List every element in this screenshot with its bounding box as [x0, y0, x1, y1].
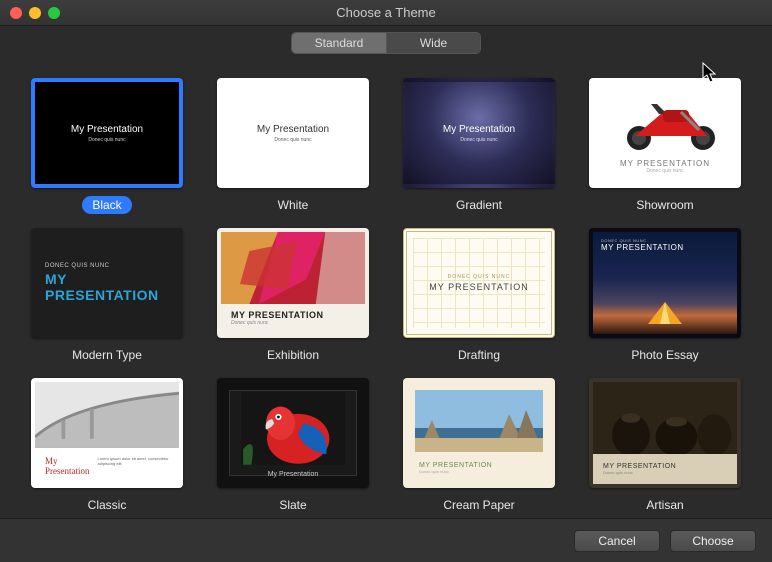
- theme-item-black[interactable]: My Presentation Donec quis nunc Black: [28, 78, 186, 214]
- aspect-toolbar: Standard Wide: [0, 26, 772, 60]
- theme-label: White: [268, 196, 319, 214]
- cancel-button[interactable]: Cancel: [574, 530, 660, 552]
- thumb-title: MY PRESENTATION: [419, 462, 492, 469]
- thumb-subtitle: Donec quis nunc: [419, 469, 492, 474]
- theme-label: Black: [82, 196, 131, 214]
- theme-label: Classic: [78, 496, 137, 514]
- thumb-title: My Presentation: [257, 124, 329, 135]
- thumb-title: My Presentation: [45, 456, 89, 476]
- segment-standard[interactable]: Standard: [292, 33, 386, 53]
- theme-item-photo-essay[interactable]: DONEC QUIS NUNC MY PRESENTATION Photo Es…: [586, 228, 744, 364]
- thumb-title: My Presentation: [443, 124, 515, 135]
- motorcycle-icon: [611, 96, 731, 152]
- coast-icon: [415, 390, 543, 452]
- tent-icon: [648, 302, 682, 324]
- zoom-icon[interactable]: [48, 7, 60, 19]
- theme-label: Drafting: [448, 346, 510, 364]
- theme-thumbnail: My Presentation Donec quis nunc: [217, 78, 369, 188]
- theme-grid-scroll[interactable]: My Presentation Donec quis nunc Black My…: [0, 60, 772, 518]
- theme-thumbnail: MY PRESENTATION Donec quis nunc: [589, 78, 741, 188]
- theme-thumbnail: DONEC QUIS NUNC MY PRESENTATION: [403, 228, 555, 338]
- theme-label: Exhibition: [257, 346, 329, 364]
- theme-label: Slate: [269, 496, 316, 514]
- choose-button[interactable]: Choose: [670, 530, 756, 552]
- theme-item-exhibition[interactable]: MY PRESENTATION Donec quis nunc Exhibiti…: [214, 228, 372, 364]
- theme-label: Showroom: [626, 196, 703, 214]
- theme-thumbnail: My Presentation Lorem ipsum dolor sit am…: [31, 378, 183, 488]
- aspect-segmented: Standard Wide: [291, 32, 481, 54]
- thumb-kicker: DONEC QUIS NUNC: [45, 263, 169, 269]
- thumb-title: MY PRESENTATION: [231, 310, 324, 320]
- theme-thumbnail: My Presentation: [217, 378, 369, 488]
- thumb-title: MY PRESENTATION: [429, 282, 529, 292]
- thumb-subtitle: Donec quis nunc: [231, 320, 324, 326]
- thumb-title: My Presentation: [221, 471, 365, 478]
- theme-thumbnail: DONEC QUIS NUNC MY PRESENTATION: [31, 228, 183, 338]
- thumb-subtitle: Donec quis nunc: [460, 137, 497, 143]
- minimize-icon[interactable]: [29, 7, 41, 19]
- thumb-body: Lorem ipsum dolor sit amet, consectetur …: [97, 456, 169, 476]
- thumb-subtitle: Donec quis nunc: [603, 470, 737, 475]
- thumb-title: MY PRESENTATION: [45, 271, 169, 303]
- theme-thumbnail: MY PRESENTATION Donec quis nunc: [589, 378, 741, 488]
- pottery-icon: [593, 382, 737, 458]
- theme-label: Modern Type: [62, 346, 152, 364]
- theme-thumbnail: My Presentation Donec quis nunc: [31, 78, 183, 188]
- theme-grid: My Presentation Donec quis nunc Black My…: [28, 78, 744, 514]
- theme-item-white[interactable]: My Presentation Donec quis nunc White: [214, 78, 372, 214]
- thumb-title: My Presentation: [71, 124, 143, 135]
- footer: Cancel Choose: [0, 518, 772, 562]
- segment-wide[interactable]: Wide: [386, 33, 480, 53]
- theme-item-cream-paper[interactable]: MY PRESENTATION Donec quis nunc Cream Pa…: [400, 378, 558, 514]
- theme-thumbnail: DONEC QUIS NUNC MY PRESENTATION: [589, 228, 741, 338]
- window-title: Choose a Theme: [0, 5, 772, 20]
- thumb-subtitle: Donec quis nunc: [274, 137, 311, 143]
- theme-label: Gradient: [446, 196, 512, 214]
- theme-label: Cream Paper: [433, 496, 524, 514]
- window-controls: [10, 7, 60, 19]
- parrot-icon: [241, 392, 345, 465]
- theme-label: Photo Essay: [621, 346, 708, 364]
- thumb-title: MY PRESENTATION: [620, 159, 710, 168]
- thumb-kicker: DONEC QUIS NUNC: [448, 274, 511, 280]
- close-icon[interactable]: [10, 7, 22, 19]
- theme-thumbnail: My Presentation Donec quis nunc: [403, 78, 555, 188]
- theme-thumbnail: MY PRESENTATION Donec quis nunc: [217, 228, 369, 338]
- bridge-icon: [35, 382, 179, 445]
- thumb-subtitle: Donec quis nunc: [593, 168, 737, 174]
- theme-item-drafting[interactable]: DONEC QUIS NUNC MY PRESENTATION Drafting: [400, 228, 558, 364]
- thumb-title: MY PRESENTATION: [601, 243, 684, 252]
- theme-item-artisan[interactable]: MY PRESENTATION Donec quis nunc Artisan: [586, 378, 744, 514]
- theme-item-slate[interactable]: My Presentation Slate: [214, 378, 372, 514]
- theme-item-showroom[interactable]: MY PRESENTATION Donec quis nunc Showroom: [586, 78, 744, 214]
- theme-item-gradient[interactable]: My Presentation Donec quis nunc Gradient: [400, 78, 558, 214]
- theme-label: Artisan: [636, 496, 693, 514]
- theme-item-modern-type[interactable]: DONEC QUIS NUNC MY PRESENTATION Modern T…: [28, 228, 186, 364]
- thumb-title: MY PRESENTATION: [603, 463, 737, 470]
- theme-thumbnail: MY PRESENTATION Donec quis nunc: [403, 378, 555, 488]
- abstract-art-icon: [221, 232, 365, 304]
- theme-item-classic[interactable]: My Presentation Lorem ipsum dolor sit am…: [28, 378, 186, 514]
- thumb-subtitle: Donec quis nunc: [88, 137, 125, 143]
- titlebar: Choose a Theme: [0, 0, 772, 26]
